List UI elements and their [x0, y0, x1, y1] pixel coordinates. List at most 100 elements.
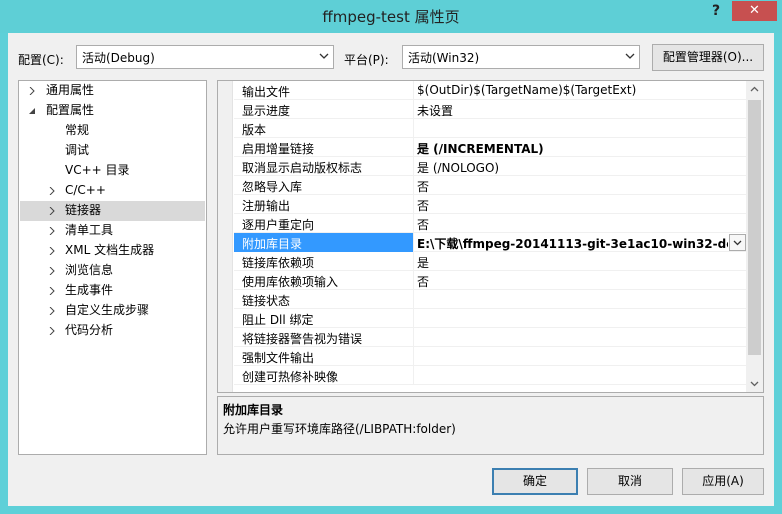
property-name: 注册输出 [242, 199, 291, 213]
property-row[interactable]: 版本 [234, 119, 746, 138]
scroll-down-button[interactable] [746, 375, 763, 392]
tree-item-label: 浏览信息 [65, 263, 114, 277]
scroll-up-button[interactable] [746, 81, 763, 98]
tree-item-browse-info[interactable]: 浏览信息 [20, 261, 205, 281]
scroll-thumb[interactable] [748, 100, 761, 355]
property-value[interactable]: 未设置 [413, 100, 746, 119]
tree-item-debugging[interactable]: 调试 [20, 141, 205, 161]
expand-arrow-icon [49, 307, 55, 315]
description-panel: 附加库目录 允许用户重写环境库路径(/LIBPATH:folder) [217, 396, 764, 455]
expand-arrow-icon [49, 207, 55, 215]
property-value[interactable] [413, 347, 746, 366]
property-row[interactable]: 强制文件输出 [234, 347, 746, 366]
tree-item-code-analysis[interactable]: 代码分析 [20, 321, 205, 341]
property-row[interactable]: 将链接器警告视为错误 [234, 328, 746, 347]
config-manager-button[interactable]: 配置管理器(O)... [652, 44, 764, 71]
config-label: 配置(C): [18, 53, 64, 67]
property-row[interactable]: 输出文件 $(OutDir)$(TargetName)$(TargetExt) [234, 81, 746, 100]
property-row[interactable]: 使用库依赖项输入 否 [234, 271, 746, 290]
property-row[interactable]: 注册输出 否 [234, 195, 746, 214]
ok-button[interactable]: 确定 [492, 468, 578, 495]
property-name: 启用增量链接 [242, 142, 315, 156]
tree-item-label: VC++ 目录 [65, 163, 130, 177]
vertical-scrollbar[interactable] [746, 81, 763, 392]
property-row[interactable]: 逐用户重定向 否 [234, 214, 746, 233]
tree-item-custom-build-step[interactable]: 自定义生成步骤 [20, 301, 205, 321]
property-row[interactable]: 创建可热修补映像 [234, 366, 746, 385]
property-row[interactable]: 阻止 Dll 绑定 [234, 309, 746, 328]
value-dropdown-button[interactable] [729, 234, 746, 251]
window-title: ffmpeg-test 属性页 [322, 8, 460, 26]
description-text: 允许用户重写环境库路径(/LIBPATH:folder) [223, 422, 456, 436]
tree-item-label: 调试 [65, 143, 90, 157]
config-select[interactable]: 活动(Debug) [76, 45, 334, 69]
expand-arrow-icon [49, 327, 55, 335]
property-row[interactable]: 取消显示启动版权标志 是 (/NOLOGO) [234, 157, 746, 176]
dialog-body: 配置(C): 活动(Debug) 平台(P): 活动(Win32) 配置管理器(… [8, 33, 774, 506]
property-value[interactable] [413, 328, 746, 347]
property-grid: 输出文件 $(OutDir)$(TargetName)$(TargetExt) … [217, 80, 764, 393]
platform-select[interactable]: 活动(Win32) [402, 45, 640, 69]
property-name: 使用库依赖项输入 [242, 275, 339, 289]
expand-arrow-icon [49, 267, 55, 275]
property-row-selected[interactable]: 附加库目录 E:\下载\ffmpeg-20141113-git-3e1ac10-… [234, 233, 746, 252]
tree-item-label: 自定义生成步骤 [65, 303, 150, 317]
category-tree: 通用属性 配置属性 常规 调试 VC++ 目录 C/C++ 链接器 清单工具 X… [18, 80, 207, 455]
chevron-down-icon [625, 53, 635, 59]
tree-item-vc-directories[interactable]: VC++ 目录 [20, 161, 205, 181]
property-row[interactable]: 链接库依赖项 是 [234, 252, 746, 271]
expand-arrow-icon [49, 287, 55, 295]
tree-item-common-properties[interactable]: 通用属性 [20, 81, 205, 101]
tree-item-manifest-tool[interactable]: 清单工具 [20, 221, 205, 241]
property-name: 版本 [242, 123, 267, 137]
property-row[interactable]: 链接状态 [234, 290, 746, 309]
cancel-button[interactable]: 取消 [587, 468, 673, 495]
property-name: 阻止 Dll 绑定 [242, 313, 314, 327]
property-row[interactable]: 启用增量链接 是 (/INCREMENTAL) [234, 138, 746, 157]
config-value: 活动(Debug) [82, 51, 155, 65]
property-value[interactable]: 否 [413, 176, 746, 195]
tree-item-linker[interactable]: 链接器 [20, 201, 205, 221]
property-name: 取消显示启动版权标志 [242, 161, 363, 175]
help-button[interactable]: ? [706, 3, 726, 21]
apply-button[interactable]: 应用(A) [682, 468, 764, 495]
property-row[interactable]: 忽略导入库 否 [234, 176, 746, 195]
expand-arrow-icon [49, 227, 55, 235]
property-value[interactable] [413, 290, 746, 309]
property-value[interactable]: E:\下载\ffmpeg-20141113-git-3e1ac10-win32-… [413, 233, 728, 252]
property-name: 附加库目录 [242, 237, 303, 251]
property-value[interactable]: 否 [413, 195, 746, 214]
property-value[interactable] [413, 366, 746, 385]
property-value[interactable] [413, 309, 746, 328]
grid-gutter [218, 81, 233, 392]
property-name: 输出文件 [242, 85, 291, 99]
property-value[interactable]: 是 (/INCREMENTAL) [413, 138, 746, 157]
property-name: 创建可热修补映像 [242, 370, 339, 384]
tree-item-label: 清单工具 [65, 223, 114, 237]
close-button[interactable]: ✕ [732, 1, 777, 21]
title-bar: ffmpeg-test 属性页 ? ✕ [0, 0, 782, 33]
tree-item-config-properties[interactable]: 配置属性 [20, 101, 205, 121]
tree-item-xml-doc-generator[interactable]: XML 文档生成器 [20, 241, 205, 261]
tree-item-label: XML 文档生成器 [65, 243, 155, 257]
property-value[interactable] [413, 119, 746, 138]
property-name: 将链接器警告视为错误 [242, 332, 363, 346]
tree-item-general[interactable]: 常规 [20, 121, 205, 141]
expand-arrow-icon [29, 87, 35, 95]
tree-item-cpp[interactable]: C/C++ [20, 181, 205, 201]
tree-item-label: 生成事件 [65, 283, 114, 297]
chevron-up-icon [750, 86, 759, 92]
tree-item-build-events[interactable]: 生成事件 [20, 281, 205, 301]
platform-label: 平台(P): [344, 53, 389, 67]
expand-arrow-icon [49, 187, 55, 195]
property-value[interactable]: $(OutDir)$(TargetName)$(TargetExt) [413, 81, 746, 100]
property-value[interactable]: 是 (/NOLOGO) [413, 157, 746, 176]
property-value[interactable]: 是 [413, 252, 746, 271]
property-name: 强制文件输出 [242, 351, 315, 365]
expand-arrow-icon [49, 247, 55, 255]
property-value[interactable]: 否 [413, 271, 746, 290]
property-name: 忽略导入库 [242, 180, 303, 194]
property-value[interactable]: 否 [413, 214, 746, 233]
tree-item-label: 链接器 [65, 203, 102, 217]
property-row[interactable]: 显示进度 未设置 [234, 100, 746, 119]
